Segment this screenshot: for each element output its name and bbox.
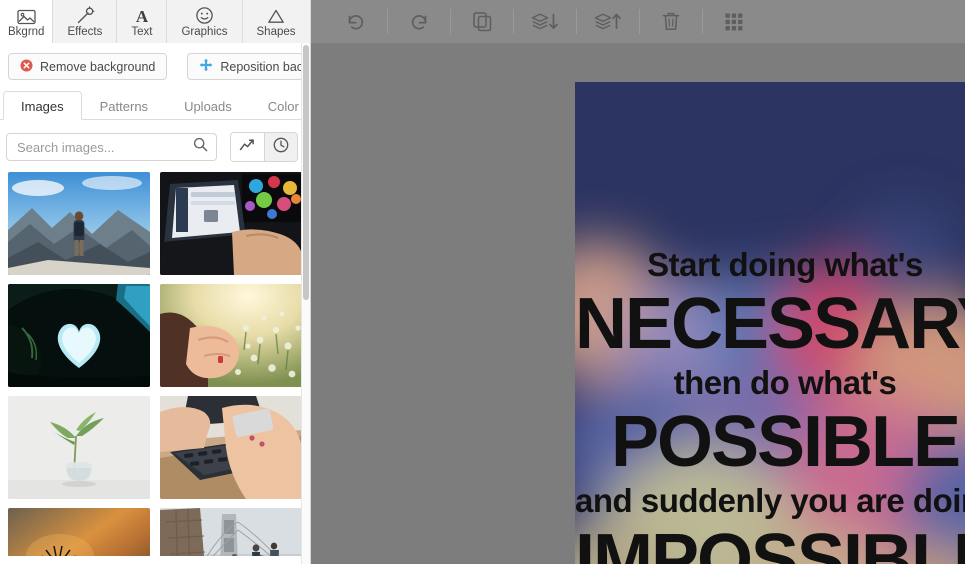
tab-uploads[interactable]: Uploads [166, 91, 250, 120]
tab-shapes-label: Shapes [256, 26, 296, 38]
image-icon [17, 5, 36, 25]
thumb-laptop-hands[interactable] [160, 172, 302, 275]
top-toolbar: Bkgrnd Effects A Text Graphics Shapes [0, 0, 965, 43]
undo-button[interactable] [325, 0, 388, 43]
move-arrows-icon [199, 58, 213, 75]
undo-icon [345, 12, 367, 32]
remove-background-button[interactable]: Remove background [8, 53, 168, 80]
triangle-icon [266, 5, 286, 25]
layers-up-icon [594, 11, 622, 32]
quote-line-6: IMPOSSIBLE [575, 520, 965, 564]
tab-bkgrnd-label: Bkgrnd [8, 26, 45, 38]
thumb-phone-laptop[interactable] [160, 396, 302, 499]
thumb-hiker-mountains[interactable] [8, 172, 150, 275]
search-filter-group [230, 132, 298, 162]
trash-icon [661, 11, 681, 32]
bring-forward-button[interactable] [577, 0, 640, 43]
svg-text:A: A [136, 7, 149, 25]
editor-canvas[interactable]: Start doing what's NECESSARY, then do wh… [311, 43, 965, 564]
tab-patterns[interactable]: Patterns [82, 91, 166, 120]
poster-quote: Start doing what's NECESSARY, then do wh… [575, 82, 965, 564]
image-results-grid [0, 172, 310, 556]
search-icon[interactable] [193, 137, 208, 157]
tab-text[interactable]: A Text [117, 0, 168, 43]
tab-images-label: Images [21, 99, 64, 114]
background-panel: Remove background Reposition background [0, 43, 311, 564]
layers-down-icon [531, 11, 559, 32]
letter-a-icon: A [133, 5, 151, 25]
thumb-dandelion-sunset[interactable] [8, 508, 150, 556]
editor-tab-group: Bkgrnd Effects A Text Graphics Shapes [0, 0, 311, 43]
remove-background-label: Remove background [40, 59, 156, 74]
quote-line-2: NECESSARY, [575, 284, 965, 364]
tab-bkgrnd[interactable]: Bkgrnd [0, 0, 54, 43]
canvas-tool-group [311, 0, 965, 43]
tab-color-label: Color [267, 99, 299, 114]
send-backward-button[interactable] [514, 0, 577, 43]
reposition-background-label: Reposition background [220, 59, 310, 74]
redo-button[interactable] [388, 0, 451, 43]
trending-up-icon [239, 138, 256, 157]
thumb-heart-cave[interactable] [8, 284, 150, 387]
search-box[interactable] [6, 133, 217, 161]
panel-scrollbar[interactable] [301, 43, 310, 564]
panel-scrollbar-thumb[interactable] [303, 45, 309, 300]
grid-icon [724, 12, 744, 32]
recent-toggle[interactable] [264, 133, 297, 161]
tab-shapes[interactable]: Shapes [242, 0, 311, 43]
wand-icon [75, 5, 95, 25]
reposition-background-button[interactable]: Reposition background [187, 53, 310, 80]
tab-patterns-label: Patterns [99, 99, 149, 114]
delete-button[interactable] [640, 0, 703, 43]
thumb-hands-flowers[interactable] [160, 284, 302, 387]
background-action-row: Remove background Reposition background [0, 43, 310, 88]
smiley-icon [195, 5, 214, 25]
clock-icon [273, 137, 289, 158]
quote-line-4: POSSIBLE [610, 402, 961, 482]
tab-images[interactable]: Images [3, 91, 82, 120]
tab-graphics-label: Graphics [181, 26, 228, 38]
copy-icon [472, 11, 493, 32]
duplicate-button[interactable] [451, 0, 514, 43]
search-input[interactable] [17, 139, 193, 155]
quote-line-3: then do what's [673, 364, 897, 401]
tab-effects-label: Effects [67, 26, 103, 38]
panel-tab-group: Images Patterns Uploads Color [0, 90, 310, 120]
redo-icon [408, 12, 430, 32]
thumb-bridge-runners[interactable] [160, 508, 302, 556]
tab-effects[interactable]: Effects [53, 0, 118, 43]
apps-grid-button[interactable] [703, 0, 766, 43]
trending-toggle[interactable] [231, 133, 264, 161]
tab-graphics[interactable]: Graphics [167, 0, 243, 43]
remove-circle-icon [20, 59, 33, 75]
poster-artboard[interactable]: Start doing what's NECESSARY, then do wh… [575, 82, 965, 564]
thumb-plant-vase[interactable] [8, 396, 150, 499]
search-row [0, 120, 310, 172]
quote-line-5: and suddenly you are doing the [575, 482, 965, 519]
image-editor-app: Bkgrnd Effects A Text Graphics Shapes Re… [0, 0, 965, 564]
tab-text-label: Text [131, 26, 153, 38]
quote-line-1: Start doing what's [647, 246, 923, 283]
tab-uploads-label: Uploads [184, 99, 232, 114]
